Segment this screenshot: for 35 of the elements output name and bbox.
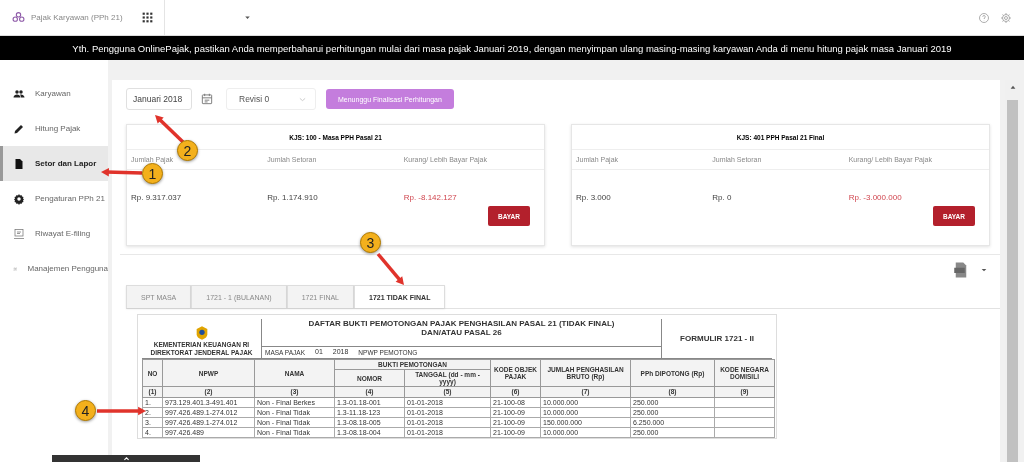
gear-icon	[13, 192, 25, 205]
sidebar-item[interactable]: Manajemen Pengguna	[0, 251, 108, 286]
caret-down-icon[interactable]	[980, 266, 988, 274]
file-icon	[13, 157, 25, 170]
apps-grid-icon[interactable]	[141, 11, 154, 24]
amount-value: Rp. 3.000	[576, 193, 612, 202]
logo-icon	[12, 11, 25, 24]
sidebar-item[interactable]: Hitung Pajak	[0, 111, 108, 146]
pointer-arrow	[101, 167, 143, 177]
amount-value: Rp. 0	[712, 193, 733, 202]
pointer-arrow	[97, 406, 146, 416]
people-icon	[13, 87, 25, 100]
calendar-icon[interactable]	[200, 92, 214, 106]
amount-value: Rp. 9.317.037	[131, 193, 183, 202]
amount-value: Rp. -8.142.127	[403, 193, 458, 202]
caret-up-icon[interactable]	[122, 455, 130, 462]
form-title: DAFTAR BUKTI PEMOTONGAN PAJAK PENGHASILAN PASAL 21 (TIDAK FINAL)	[308, 319, 615, 329]
caret-down-icon[interactable]	[243, 13, 252, 22]
sidebar-item[interactable]: Karyawan	[0, 76, 108, 111]
amount-value: Rp. 1.174.910	[267, 193, 319, 202]
app-title: Pajak Karyawan (PPh 21)	[31, 13, 124, 22]
form-name: FORMULIR 1721 - II	[680, 333, 754, 344]
pointer-arrow	[155, 115, 185, 144]
scroll-up-icon[interactable]	[1009, 84, 1016, 90]
sidebar-item[interactable]: Riwayat E-filing	[0, 216, 108, 251]
period-field[interactable]: Januari 2018	[126, 88, 192, 110]
amount-value: Rp. -3.000.000	[848, 193, 903, 202]
notice-banner: Yth. Pengguna OnlinePajak, pastikan Anda memperbaharui perhitungan mulai dari masa pajak Januari 2019, dengan menyimpan ulang masing-masing karyawan Anda di menu hitung pajak masa Januari 2019	[0, 36, 1024, 60]
pencil-icon	[13, 122, 25, 135]
document-monitor-icon	[13, 227, 25, 240]
form-title: DAN/ATAU PASAL 26	[421, 328, 502, 338]
sidebar-item[interactable]: Setor dan Lapor	[0, 146, 108, 181]
pointer-arrow	[376, 252, 404, 285]
revision-select[interactable]: Revisi 0	[226, 88, 316, 110]
sidebar-item[interactable]: Pengaturan PPh 21	[0, 181, 108, 216]
